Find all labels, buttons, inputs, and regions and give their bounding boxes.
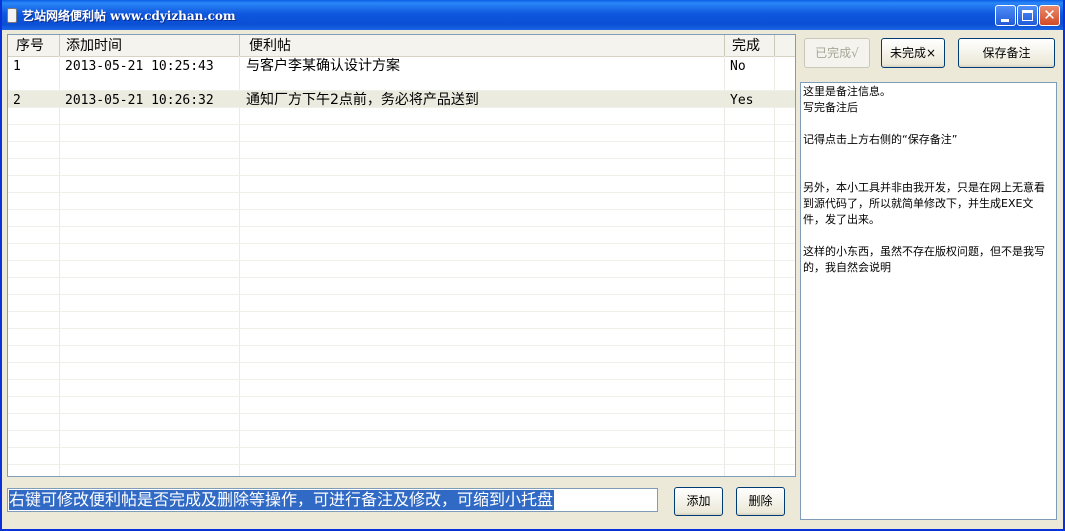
row-done: Yes — [730, 93, 754, 108]
empty-row — [8, 312, 795, 329]
app-window: 艺站网络便利帖 www.cdyizhan.com ✕ 序号 添加时间 便利帖 完… — [0, 0, 1065, 531]
empty-row — [8, 397, 795, 414]
close-icon: ✕ — [1043, 6, 1056, 24]
maximize-icon — [1022, 10, 1033, 21]
row-note: 通知厂方下午2点前，务必将产品送到 — [246, 92, 479, 108]
empty-row — [8, 329, 795, 346]
empty-row — [8, 431, 795, 448]
empty-row — [8, 261, 795, 278]
empty-row — [8, 108, 795, 125]
close-button[interactable]: ✕ — [1039, 5, 1060, 26]
row-time: 2013-05-21 10:26:32 — [65, 93, 214, 108]
column-header-done[interactable]: 完成 — [725, 35, 775, 56]
empty-row — [8, 142, 795, 159]
mark-incomplete-button[interactable]: 未完成× — [881, 38, 945, 68]
notes-textarea[interactable]: 这里是备注信息。 写完备注后 记得点击上方右侧的“保存备注” 另外，本小工具并非… — [800, 82, 1057, 520]
mark-complete-button[interactable]: 已完成√ — [804, 38, 870, 68]
empty-row — [8, 278, 795, 295]
table-row[interactable]: 2 2013-05-21 10:26:32 通知厂方下午2点前，务必将产品送到 … — [8, 91, 795, 108]
empty-row — [8, 176, 795, 193]
new-note-input-text: 右键可修改便利帖是否完成及删除等操作，可进行备注及修改，可缩到小托盘 — [9, 490, 555, 510]
empty-row — [8, 295, 795, 312]
empty-row — [8, 125, 795, 142]
empty-row — [8, 210, 795, 227]
minimize-button[interactable] — [995, 5, 1016, 26]
new-note-input[interactable]: 右键可修改便利帖是否完成及删除等操作，可进行备注及修改，可缩到小托盘 — [7, 488, 658, 512]
empty-row — [8, 465, 795, 476]
save-notes-button[interactable]: 保存备注 — [958, 38, 1055, 68]
empty-row — [8, 414, 795, 431]
empty-row — [8, 227, 795, 244]
column-header-filler — [775, 35, 795, 56]
empty-row — [8, 193, 795, 210]
row-time: 2013-05-21 10:25:43 — [65, 59, 214, 74]
minimize-icon — [1001, 19, 1009, 22]
row-id: 2 — [13, 93, 21, 108]
empty-row — [8, 346, 795, 363]
empty-row — [8, 448, 795, 465]
table-row[interactable]: 1 2013-05-21 10:25:43 与客户李某确认设计方案 No — [8, 57, 795, 91]
column-header-id[interactable]: 序号 — [8, 35, 60, 56]
row-done: No — [730, 59, 746, 74]
row-note: 与客户李某确认设计方案 — [246, 58, 400, 74]
grid-header: 序号 添加时间 便利帖 完成 — [8, 35, 795, 57]
empty-row — [8, 159, 795, 176]
column-header-note[interactable]: 便利帖 — [240, 35, 725, 56]
delete-button[interactable]: 删除 — [736, 487, 785, 516]
title-bar[interactable]: 艺站网络便利帖 www.cdyizhan.com ✕ — [2, 0, 1063, 30]
column-header-time[interactable]: 添加时间 — [60, 35, 240, 56]
notes-grid[interactable]: 序号 添加时间 便利帖 完成 1 2013-05-21 10:25:43 与客户… — [7, 34, 796, 477]
row-id: 1 — [13, 59, 21, 74]
empty-row — [8, 380, 795, 397]
empty-row — [8, 244, 795, 261]
empty-row — [8, 363, 795, 380]
maximize-button[interactable] — [1017, 5, 1038, 26]
window-title: 艺站网络便利帖 www.cdyizhan.com — [22, 9, 236, 23]
add-button[interactable]: 添加 — [674, 487, 723, 516]
app-icon — [7, 8, 17, 23]
